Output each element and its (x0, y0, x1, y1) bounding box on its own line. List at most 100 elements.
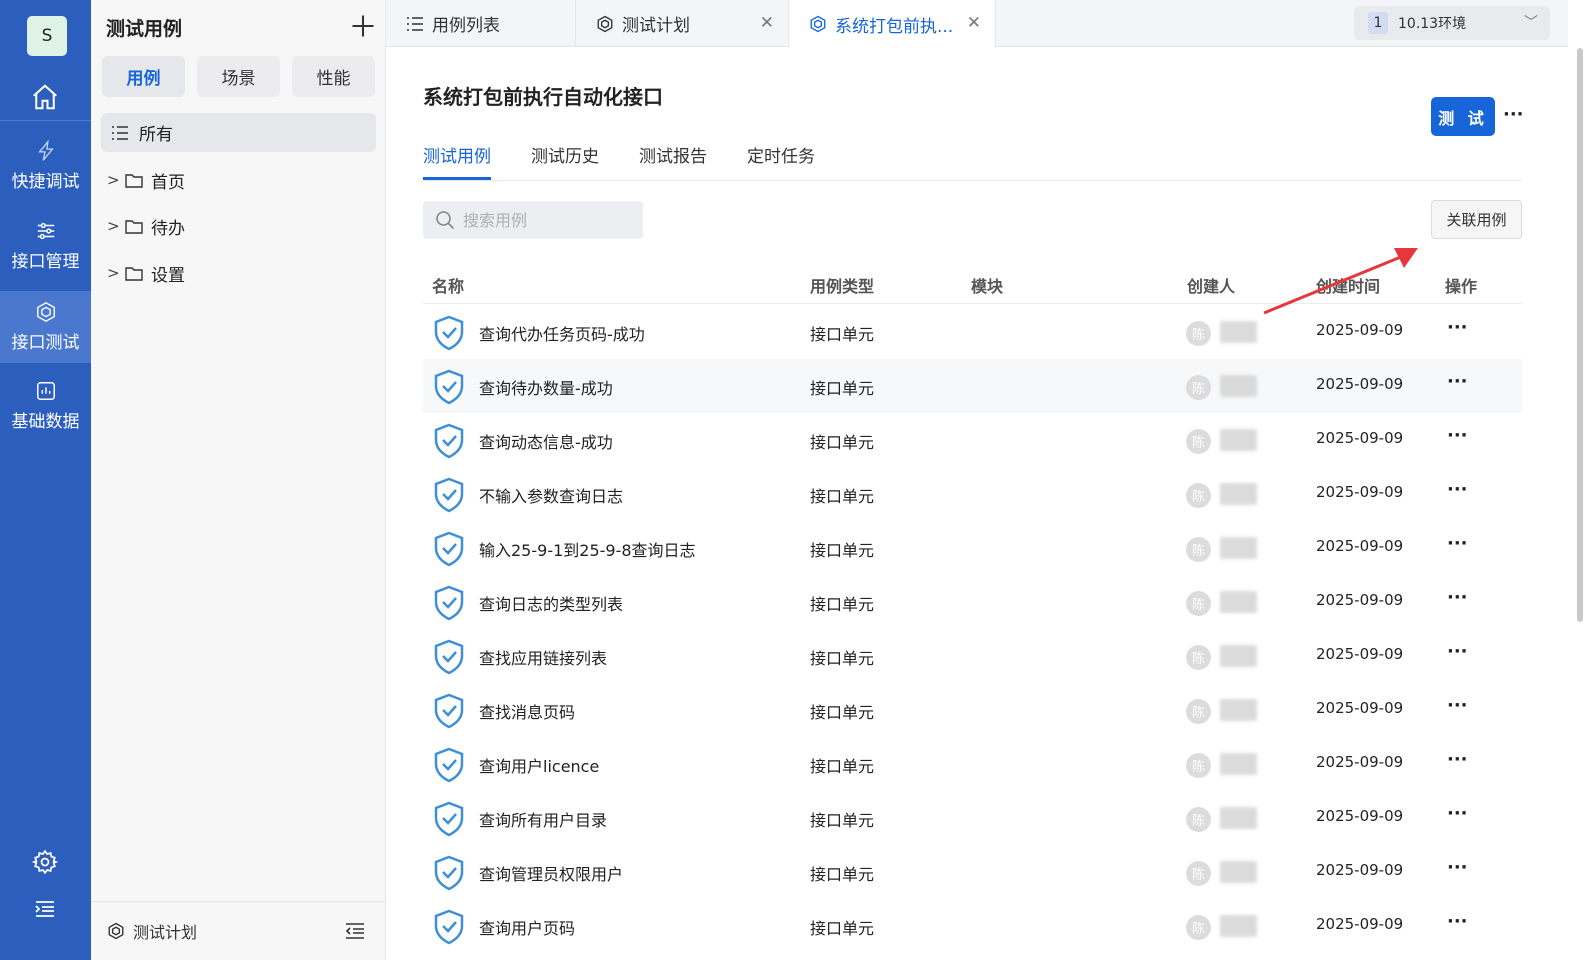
environment-select[interactable]: 1 10.13环境 ﹀ (1354, 6, 1550, 40)
case-name[interactable]: 查询日志的类型列表 (479, 591, 623, 615)
creator-name-redacted (1220, 915, 1257, 937)
tab-test-plan[interactable]: 测试计划 ✕ (576, 0, 789, 47)
subtabs: 测试用例 测试历史 测试报告 定时任务 (423, 140, 1522, 181)
creator-name-redacted (1220, 861, 1257, 883)
avatar: 陈 (1186, 591, 1211, 616)
row-more-icon[interactable]: ··· (1447, 425, 1468, 446)
subtab-test-cases[interactable]: 测试用例 (423, 142, 491, 180)
link-cases-button[interactable]: 关联用例 (1431, 200, 1522, 239)
sliders-icon (37, 222, 54, 240)
row-more-icon[interactable]: ··· (1447, 479, 1468, 500)
chevron-right-icon[interactable]: > (107, 171, 120, 189)
fold-menu-icon[interactable] (345, 922, 365, 940)
gear-icon[interactable] (32, 849, 58, 875)
case-name[interactable]: 查询用户页码 (479, 915, 575, 939)
rail-item-label: 快捷调试 (11, 172, 80, 192)
rail-item-quick-debug[interactable]: 快捷调试 (0, 130, 91, 202)
avatar: 陈 (1186, 915, 1211, 940)
case-name[interactable]: 查找消息页码 (479, 699, 575, 723)
avatar: 陈 (1186, 375, 1211, 400)
tab-case-list[interactable]: 用例列表 (386, 0, 576, 47)
more-icon[interactable]: ··· (1503, 104, 1524, 125)
table-row[interactable]: 查询用户licence 接口单元 陈 2025-09-09 ··· (423, 737, 1522, 791)
row-more-icon[interactable]: ··· (1447, 371, 1468, 392)
workspace-avatar[interactable]: S (27, 16, 67, 56)
scrollbar-thumb[interactable] (1577, 48, 1583, 622)
collapse-sidebar-icon[interactable] (32, 897, 58, 921)
case-name[interactable]: 查询管理员权限用户 (479, 861, 623, 885)
case-name[interactable]: 查询所有用户目录 (479, 807, 607, 831)
search-input[interactable] (463, 210, 633, 230)
home-icon[interactable] (30, 82, 60, 112)
row-more-icon[interactable]: ··· (1447, 641, 1468, 662)
table-row[interactable]: 查询动态信息-成功 接口单元 陈 2025-09-09 ··· (423, 413, 1522, 467)
column-header-name[interactable]: 名称 (432, 273, 464, 297)
tree-item-todo[interactable]: > 待办 (107, 211, 185, 241)
row-more-icon[interactable]: ··· (1447, 749, 1468, 770)
column-header-created-time[interactable]: 创建时间 (1316, 273, 1380, 297)
table-row[interactable]: 输入25-9-1到25-9-8查询日志 接口单元 陈 2025-09-09 ··· (423, 521, 1522, 575)
creator-name-redacted (1220, 483, 1257, 505)
subtab-test-history[interactable]: 测试历史 (531, 142, 599, 180)
rail-item-api-testing[interactable]: 接口测试 (0, 291, 91, 363)
column-header-type[interactable]: 用例类型 (810, 273, 874, 297)
test-plan-footer[interactable]: 测试计划 (91, 901, 385, 960)
column-header-module[interactable]: 模块 (971, 273, 1003, 297)
shield-check-icon (434, 693, 464, 729)
tree-item-home[interactable]: > 首页 (107, 165, 185, 195)
row-more-icon[interactable]: ··· (1447, 695, 1468, 716)
rail-item-base-data[interactable]: 基础数据 (0, 370, 91, 442)
case-name[interactable]: 查询代办任务页码-成功 (479, 321, 645, 345)
row-more-icon[interactable]: ··· (1447, 317, 1468, 338)
avatar: 陈 (1186, 699, 1211, 724)
case-type: 接口单元 (810, 487, 875, 506)
segment-cases[interactable]: 用例 (102, 56, 185, 97)
created-date: 2025-09-09 (1316, 321, 1404, 339)
close-icon[interactable]: ✕ (967, 13, 981, 33)
tree-item-all[interactable]: 所有 (101, 113, 376, 152)
row-more-icon[interactable]: ··· (1447, 803, 1468, 824)
case-type: 接口单元 (810, 541, 875, 560)
table-row[interactable]: 查询管理员权限用户 接口单元 陈 2025-09-09 ··· (423, 845, 1522, 899)
plus-icon[interactable] (349, 12, 377, 40)
tree-item-settings[interactable]: > 设置 (107, 258, 185, 288)
shield-check-icon (434, 369, 464, 405)
rail-item-api-management[interactable]: 接口管理 (0, 210, 91, 282)
case-name[interactable]: 查询待办数量-成功 (479, 375, 613, 399)
page-scrollbar[interactable] (1568, 0, 1596, 960)
search-box[interactable] (423, 201, 643, 239)
table-row[interactable]: 查询日志的类型列表 接口单元 陈 2025-09-09 ··· (423, 575, 1522, 629)
subtab-scheduled-tasks[interactable]: 定时任务 (747, 142, 815, 180)
row-more-icon[interactable]: ··· (1447, 587, 1468, 608)
table-row[interactable]: 查询待办数量-成功 接口单元 陈 2025-09-09 ··· (423, 359, 1522, 413)
run-test-button[interactable]: 测 试 (1431, 97, 1495, 136)
table-row[interactable]: 查询所有用户目录 接口单元 陈 2025-09-09 ··· (423, 791, 1522, 845)
row-more-icon[interactable]: ··· (1447, 533, 1468, 554)
table-row[interactable]: 不输入参数查询日志 接口单元 陈 2025-09-09 ··· (423, 467, 1522, 521)
case-name[interactable]: 输入25-9-1到25-9-8查询日志 (479, 537, 696, 561)
tab-current-suite[interactable]: 系统打包前执... ✕ (789, 0, 996, 48)
search-icon (436, 211, 455, 230)
table-row[interactable]: 查询用户页码 接口单元 陈 2025-09-09 ··· (423, 899, 1522, 953)
table-row[interactable]: 查找消息页码 接口单元 陈 2025-09-09 ··· (423, 683, 1522, 737)
avatar: 陈 (1186, 645, 1211, 670)
case-name[interactable]: 查询用户licence (479, 753, 599, 777)
case-name[interactable]: 不输入参数查询日志 (479, 483, 623, 507)
case-type: 接口单元 (810, 757, 875, 776)
row-more-icon[interactable]: ··· (1447, 911, 1468, 932)
segment-performance[interactable]: 性能 (292, 56, 375, 97)
segment-scenarios[interactable]: 场景 (197, 56, 280, 97)
case-name[interactable]: 查询动态信息-成功 (479, 429, 613, 453)
close-icon[interactable]: ✕ (760, 13, 774, 33)
subtab-test-report[interactable]: 测试报告 (639, 142, 707, 180)
case-type: 接口单元 (810, 379, 875, 398)
table-row[interactable]: 查找应用链接列表 接口单元 陈 2025-09-09 ··· (423, 629, 1522, 683)
creator-name-redacted (1220, 375, 1257, 397)
creator-name-redacted (1220, 699, 1257, 721)
table-row[interactable]: 查询代办任务页码-成功 接口单元 陈 2025-09-09 ··· (423, 305, 1522, 359)
case-name[interactable]: 查找应用链接列表 (479, 645, 607, 669)
column-header-creator[interactable]: 创建人 (1187, 273, 1235, 297)
chevron-right-icon[interactable]: > (107, 264, 120, 282)
row-more-icon[interactable]: ··· (1447, 857, 1468, 878)
chevron-right-icon[interactable]: > (107, 217, 120, 235)
